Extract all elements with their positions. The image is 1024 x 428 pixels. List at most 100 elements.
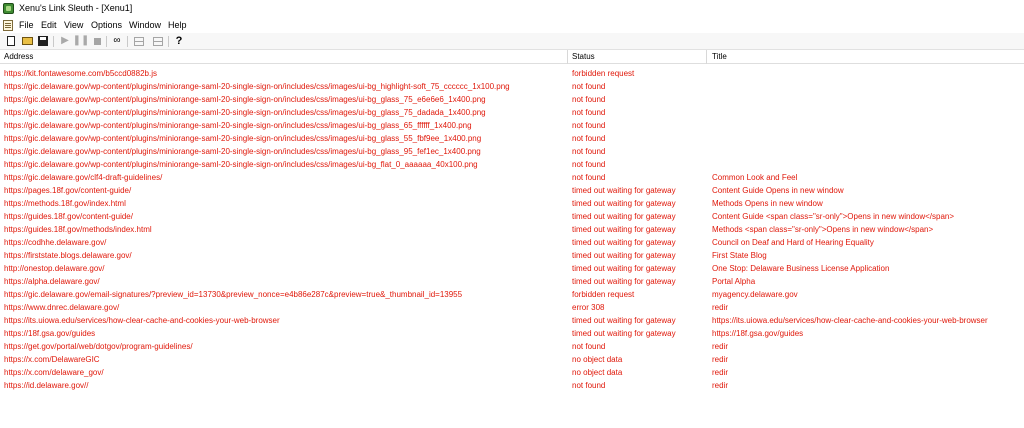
menu-edit[interactable]: Edit	[41, 20, 57, 30]
toolbar-separator	[168, 36, 169, 47]
table-row[interactable]: http://onestop.delaware.gov/timed out wa…	[0, 263, 1024, 276]
play-icon[interactable]: ▶	[58, 34, 72, 48]
report-icon[interactable]	[151, 34, 165, 48]
table-row[interactable]: https://gic.delaware.gov/wp-content/plug…	[0, 94, 1024, 107]
table-row[interactable]: https://codhhe.delaware.gov/timed out wa…	[0, 237, 1024, 250]
column-divider[interactable]	[706, 50, 707, 64]
toolbar-separator	[106, 36, 107, 47]
title-cell: Common Look and Feel	[712, 173, 798, 182]
column-status[interactable]: Status	[572, 52, 595, 61]
table-row[interactable]: https://alpha.delaware.gov/timed out wai…	[0, 276, 1024, 289]
address-cell: https://gic.delaware.gov/wp-content/plug…	[4, 95, 486, 104]
table-row[interactable]: https://x.com/delaware_gov/no object dat…	[0, 367, 1024, 380]
address-cell: https://alpha.delaware.gov/	[4, 277, 100, 286]
table-row[interactable]: https://guides.18f.gov/content-guide/tim…	[0, 211, 1024, 224]
pause-icon[interactable]: ❚❚	[73, 34, 90, 48]
status-cell: timed out waiting for gateway	[572, 238, 676, 247]
table-row[interactable]: https://gic.delaware.gov/wp-content/plug…	[0, 120, 1024, 133]
address-cell: https://kit.fontawesome.com/b5ccd0882b.j…	[4, 69, 157, 78]
status-cell: timed out waiting for gateway	[572, 251, 676, 260]
column-address[interactable]: Address	[4, 52, 33, 61]
address-cell: https://gic.delaware.gov/wp-content/plug…	[4, 160, 478, 169]
table-row[interactable]: https://gic.delaware.gov/wp-content/plug…	[0, 81, 1024, 94]
table-row[interactable]: https://18f.gsa.gov/guides timed out wait…	[0, 328, 1024, 341]
menu-file[interactable]: File	[19, 20, 34, 30]
table-row[interactable]: https://www.dnrec.delaware.gov/error 308…	[0, 302, 1024, 315]
status-cell: no object data	[572, 355, 623, 364]
table-row[interactable]: https://guides.18f.gov/methods/index.htm…	[0, 224, 1024, 237]
title-cell: myagency.delaware.gov	[712, 290, 798, 299]
address-cell: https://gic.delaware.gov/email-signature…	[4, 290, 463, 299]
status-cell: not found	[572, 147, 606, 156]
status-cell: timed out waiting for gateway	[572, 316, 676, 325]
table-row[interactable]: https://id.delaware.gov// not found redir	[0, 380, 1024, 393]
new-icon[interactable]	[4, 34, 18, 48]
stop-icon[interactable]	[90, 34, 104, 48]
table-row[interactable]: https://gic.delaware.gov/wp-content/plug…	[0, 107, 1024, 120]
status-cell: timed out waiting for gateway	[572, 199, 676, 208]
table-row[interactable]: https://x.com/DelawareGIC no object data r…	[0, 354, 1024, 367]
address-cell: https://gic.delaware.gov/wp-content/plug…	[4, 82, 510, 91]
address-cell: https://18f.gsa.gov/guides	[4, 329, 96, 338]
status-cell: timed out waiting for gateway	[572, 225, 676, 234]
toolbar: ▶ ❚❚ ∞ ?	[0, 33, 1024, 50]
status-cell: not found	[572, 95, 606, 104]
address-cell: https://x.com/delaware_gov/	[4, 368, 104, 377]
window-title: Xenu's Link Sleuth - [Xenu1]	[19, 3, 133, 13]
address-cell: https://gic.delaware.gov/wp-content/plug…	[4, 121, 472, 130]
title-cell: redir	[712, 303, 729, 312]
table-row[interactable]: https://kit.fontawesome.com/b5ccd0882b.j…	[0, 68, 1024, 81]
address-cell: https://get.gov/portal/web/dotgov/progra…	[4, 342, 193, 351]
status-cell: timed out waiting for gateway	[572, 329, 676, 338]
address-cell: https://firststate.blogs.delaware.gov/	[4, 251, 132, 260]
title-cell: redir	[712, 381, 729, 390]
column-divider[interactable]	[567, 50, 568, 64]
title-cell: Content Guide <span class="sr-only">Open…	[712, 212, 955, 221]
menu-view[interactable]: View	[64, 20, 83, 30]
address-cell: https://gic.delaware.gov/clf4-draft-guid…	[4, 173, 163, 182]
table-row[interactable]: https://get.gov/portal/web/dotgov/progra…	[0, 341, 1024, 354]
table-row[interactable]: https://gic.delaware.gov/email-signature…	[0, 289, 1024, 302]
status-cell: error 308	[572, 303, 605, 312]
status-cell: not found	[572, 342, 606, 351]
table-row[interactable]: https://pages.18f.gov/content-guide/time…	[0, 185, 1024, 198]
table-row[interactable]: https://gic.delaware.gov/wp-content/plug…	[0, 159, 1024, 172]
title-bar: Xenu's Link Sleuth - [Xenu1]	[0, 0, 1024, 18]
save-icon[interactable]	[36, 34, 50, 48]
find-icon[interactable]: ∞	[110, 34, 124, 48]
status-cell: not found	[572, 108, 606, 117]
table-row[interactable]: https://gic.delaware.gov/wp-content/plug…	[0, 146, 1024, 159]
help-icon[interactable]: ?	[172, 34, 186, 48]
column-title[interactable]: Title	[712, 52, 727, 61]
link-list: https://kit.fontawesome.com/b5ccd0882b.j…	[0, 68, 1024, 393]
column-header: Address Status Title	[0, 50, 1024, 64]
properties-icon[interactable]	[132, 34, 146, 48]
status-cell: timed out waiting for gateway	[572, 212, 676, 221]
menu-help[interactable]: Help	[168, 20, 187, 30]
table-row[interactable]: https://methods.18f.gov/index.html timed …	[0, 198, 1024, 211]
app-icon	[3, 3, 14, 14]
status-cell: not found	[572, 121, 606, 130]
toolbar-separator	[127, 36, 128, 47]
title-cell: Methods Opens in new window	[712, 199, 823, 208]
menu-window[interactable]: Window	[129, 20, 161, 30]
status-cell: timed out waiting for gateway	[572, 186, 676, 195]
table-row[interactable]: https://gic.delaware.gov/wp-content/plug…	[0, 133, 1024, 146]
address-cell: https://pages.18f.gov/content-guide/	[4, 186, 132, 195]
toolbar-separator	[53, 36, 54, 47]
address-cell: https://guides.18f.gov/methods/index.htm…	[4, 225, 152, 234]
address-cell: https://codhhe.delaware.gov/	[4, 238, 107, 247]
menu-options[interactable]: Options	[91, 20, 122, 30]
address-cell: https://id.delaware.gov//	[4, 381, 89, 390]
document-icon[interactable]	[3, 20, 13, 31]
status-cell: not found	[572, 82, 606, 91]
table-row[interactable]: https://its.uiowa.edu/services/how-clear…	[0, 315, 1024, 328]
open-icon[interactable]	[20, 34, 34, 48]
status-cell: not found	[572, 134, 606, 143]
title-cell: First State Blog	[712, 251, 767, 260]
address-cell: https://guides.18f.gov/content-guide/	[4, 212, 133, 221]
address-cell: https://x.com/DelawareGIC	[4, 355, 100, 364]
table-row[interactable]: https://firststate.blogs.delaware.gov/ti…	[0, 250, 1024, 263]
address-cell: http://onestop.delaware.gov/	[4, 264, 105, 273]
table-row[interactable]: https://gic.delaware.gov/clf4-draft-guid…	[0, 172, 1024, 185]
